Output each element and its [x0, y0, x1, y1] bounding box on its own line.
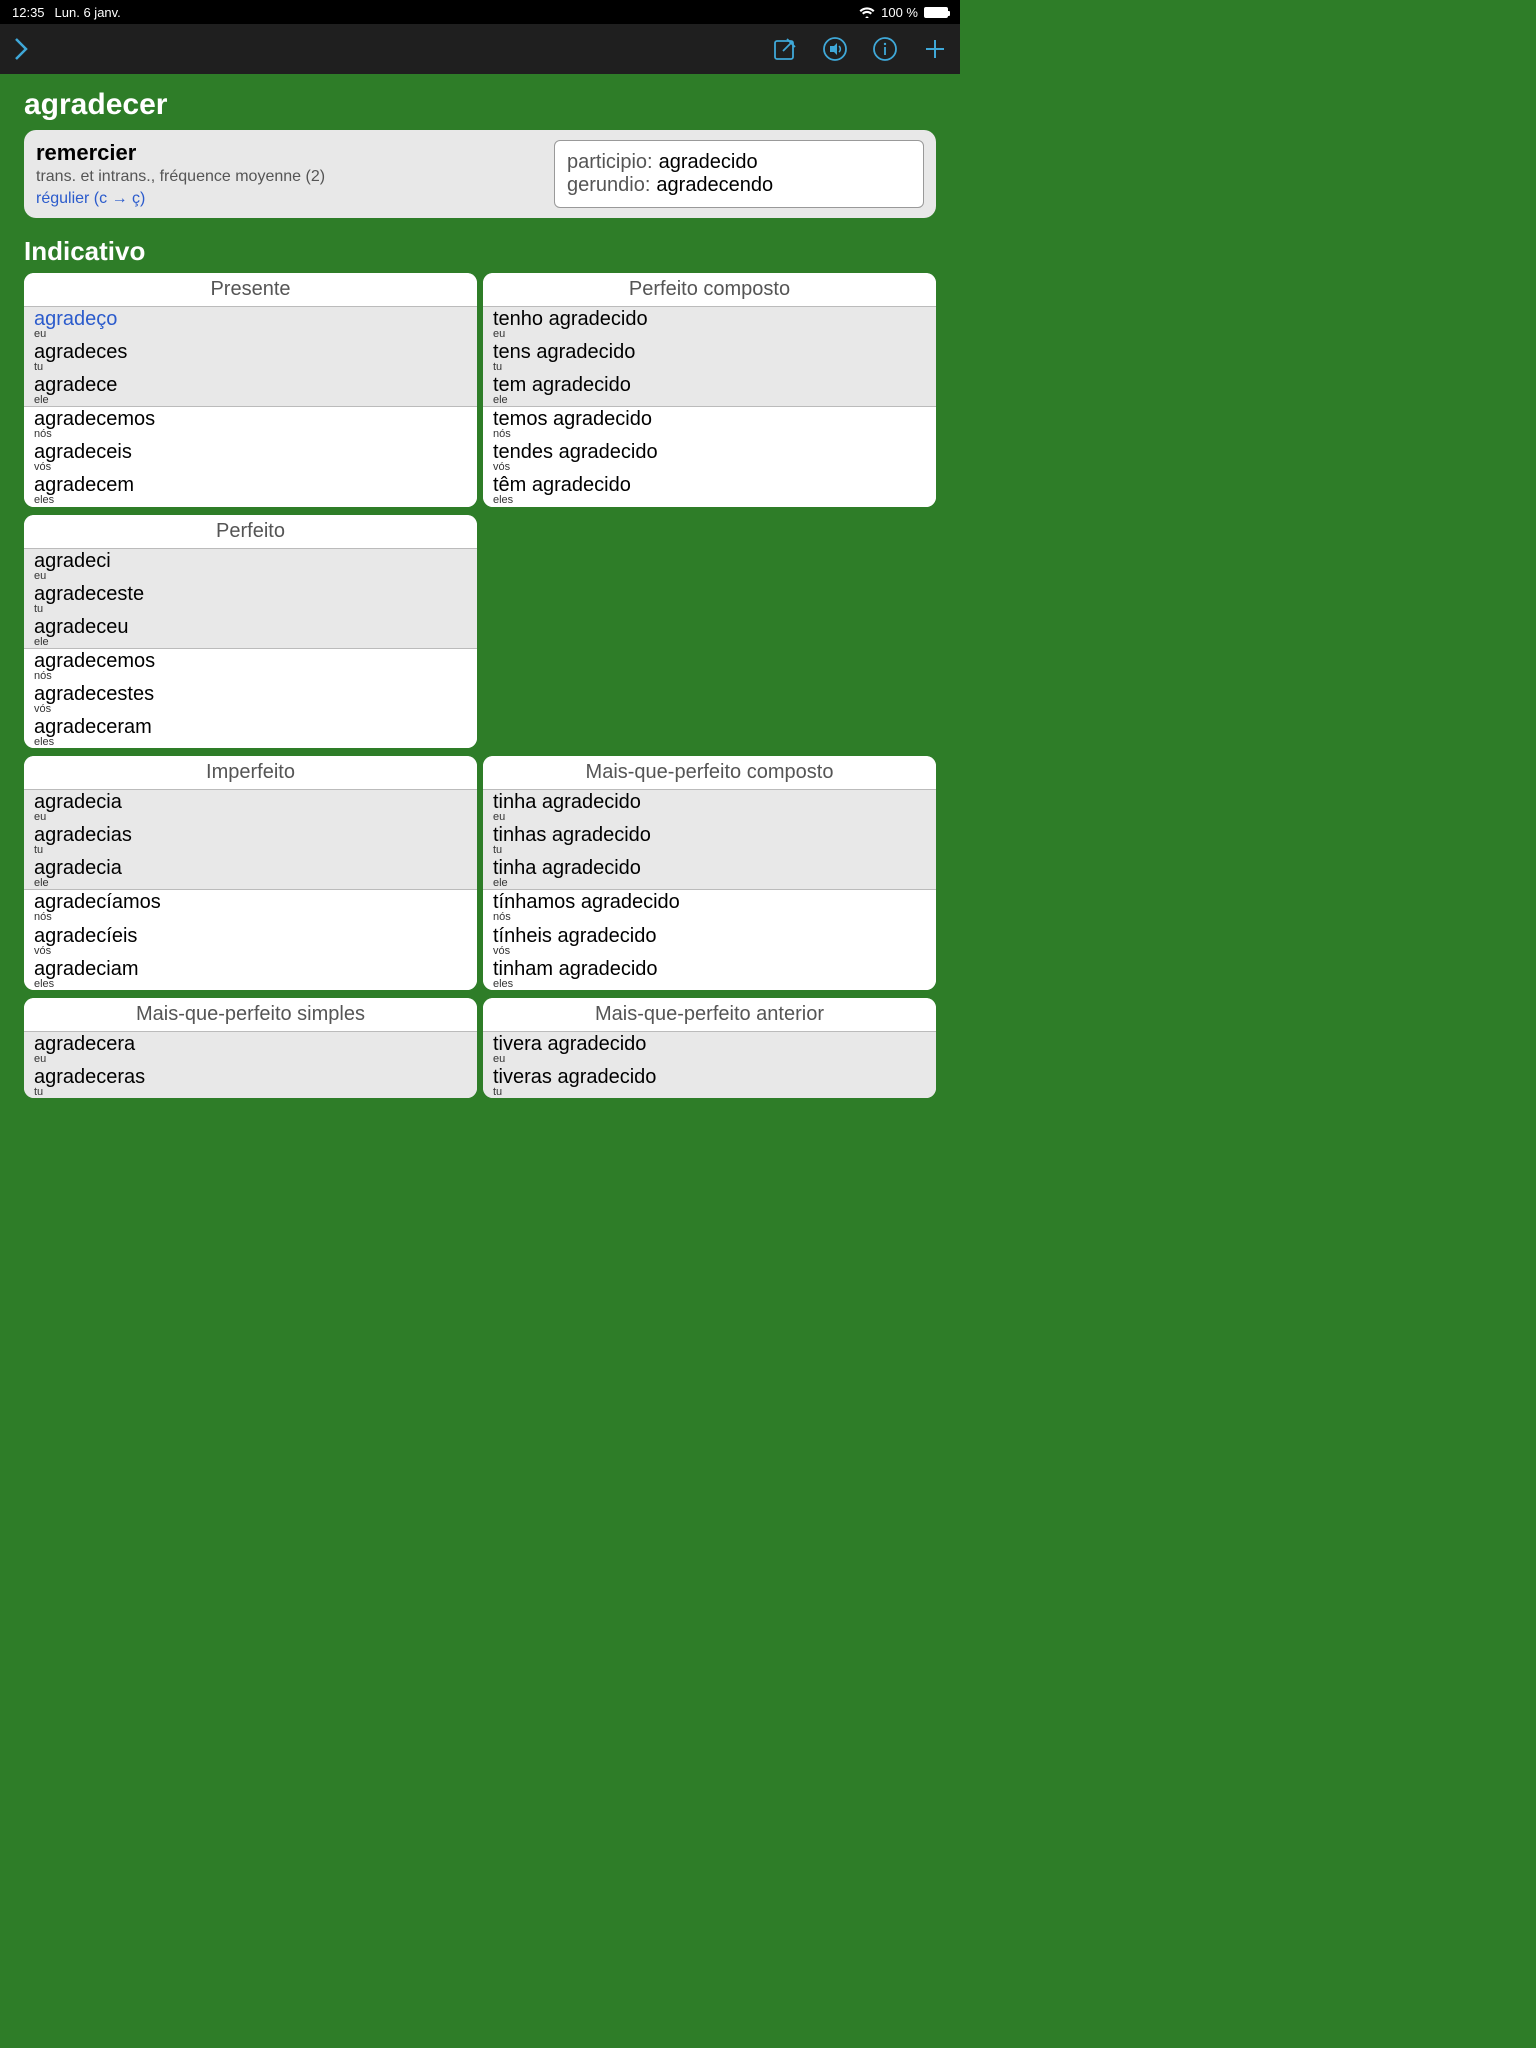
tense-mqpcomp: Mais-que-perfeito composto tinha agradec…	[483, 756, 936, 990]
tense-title: Mais-que-perfeito composto	[483, 756, 936, 790]
speaker-icon[interactable]	[822, 36, 848, 62]
tense-mqpanterior: Mais-que-perfeito anterior tivera agrade…	[483, 998, 936, 1098]
tense-perfeito: Perfeito agradecieu agradecestetu agrade…	[24, 515, 477, 749]
conj-form: agradeciam	[34, 958, 139, 980]
conj-form: tivera agradecido	[493, 1033, 646, 1055]
tense-title: Presente	[24, 273, 477, 307]
back-icon[interactable]	[12, 35, 30, 63]
conj-form: agradeci	[34, 550, 111, 572]
conj-form: tendes agradecido	[493, 441, 658, 463]
tense-imperfeito: Imperfeito agradeciaeu agradeciastu agra…	[24, 756, 477, 990]
wifi-icon	[859, 6, 875, 18]
info-icon[interactable]	[872, 36, 898, 62]
conj-form: agradecem	[34, 474, 134, 496]
battery-pct: 100 %	[881, 5, 918, 20]
tense-grid: Presente agradeçoeu agradecestu agradece…	[24, 273, 936, 1100]
gerundio-label: gerundio:	[567, 174, 650, 197]
conj-form: temos agradecido	[493, 408, 652, 430]
conj-form: agradecera	[34, 1033, 135, 1055]
conj-form: tem agradecido	[493, 374, 631, 396]
conj-form: tens agradecido	[493, 341, 635, 363]
conj-form: agradeces	[34, 341, 127, 363]
participle-box: participio: agradecido gerundio: agradec…	[554, 140, 924, 208]
translation: remercier	[36, 140, 538, 166]
conj-form: agradecemos	[34, 408, 155, 430]
conj-form: agradeceis	[34, 441, 132, 463]
conj-form: agradeceu	[34, 616, 129, 638]
conj-form: tínhamos agradecido	[493, 891, 680, 913]
conj-form: tinhas agradecido	[493, 824, 651, 846]
conj-form: agradecestes	[34, 683, 154, 705]
conj-form: agradeceram	[34, 716, 152, 738]
conj-form: agradecíeis	[34, 925, 137, 947]
status-time: 12:35	[12, 5, 45, 20]
conj-form: agradecemos	[34, 650, 155, 672]
status-date: Lun. 6 janv.	[55, 5, 121, 20]
content-area: agradecer remercier trans. et intrans., …	[0, 74, 960, 1100]
conj-form: agradecíamos	[34, 891, 161, 913]
tense-title: Perfeito composto	[483, 273, 936, 307]
regularity-link[interactable]: régulier (c → ç)	[36, 190, 538, 208]
tense-title: Mais-que-perfeito simples	[24, 998, 477, 1032]
conj-form: agradecia	[34, 791, 122, 813]
compose-icon[interactable]	[772, 36, 798, 62]
conj-form: tinham agradecido	[493, 958, 658, 980]
gerundio-value: agradecendo	[656, 174, 773, 197]
participio-label: participio:	[567, 151, 653, 174]
tense-perfcomp: Perfeito composto tenho agradecidoeu ten…	[483, 273, 936, 507]
conj-form: agradecias	[34, 824, 132, 846]
verb-title: agradecer	[24, 88, 936, 122]
battery-icon	[924, 7, 948, 18]
tense-title: Mais-que-perfeito anterior	[483, 998, 936, 1032]
conj-form: tenho agradecido	[493, 308, 648, 330]
tense-title: Imperfeito	[24, 756, 477, 790]
verb-meta: trans. et intrans., fréquence moyenne (2…	[36, 168, 538, 186]
conj-form: tínheis agradecido	[493, 925, 656, 947]
participio-value: agradecido	[659, 151, 758, 174]
conj-form: tiveras agradecido	[493, 1066, 656, 1088]
conj-form: têm agradecido	[493, 474, 631, 496]
empty-slot	[483, 515, 936, 751]
conj-form: agradecia	[34, 857, 122, 879]
conj-form: agradeceras	[34, 1066, 145, 1088]
tense-mqpsimples: Mais-que-perfeito simples agradeceraeu a…	[24, 998, 477, 1098]
conj-form: tinha agradecido	[493, 857, 641, 879]
conj-form: agradeceste	[34, 583, 144, 605]
info-card: remercier trans. et intrans., fréquence …	[24, 130, 936, 218]
tense-title: Perfeito	[24, 515, 477, 549]
conj-form: agradece	[34, 374, 117, 396]
tense-presente: Presente agradeçoeu agradecestu agradece…	[24, 273, 477, 507]
add-icon[interactable]	[922, 36, 948, 62]
status-bar: 12:35 Lun. 6 janv. 100 %	[0, 0, 960, 24]
mood-title: Indicativo	[24, 236, 936, 267]
conj-form: tinha agradecido	[493, 791, 641, 813]
conj-form: agradeço	[34, 308, 117, 330]
nav-bar	[0, 24, 960, 74]
